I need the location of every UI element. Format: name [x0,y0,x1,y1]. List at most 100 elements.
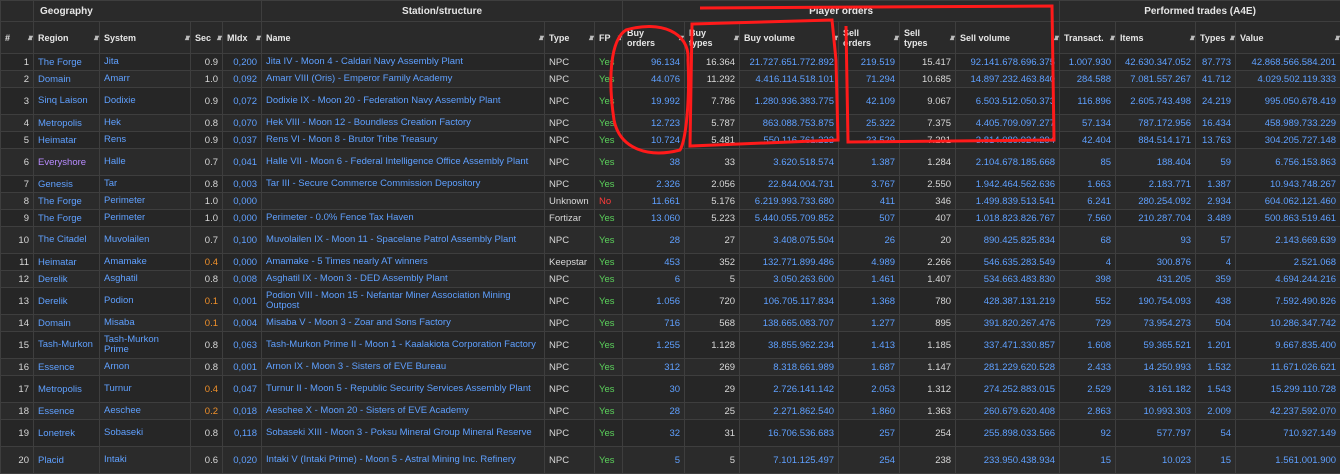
cell-buy-volume[interactable]: 3.620.518.574 [740,149,839,176]
cell-name[interactable]: Intaki V (Intaki Prime) - Moon 5 - Astra… [262,447,545,474]
cell-sell-orders[interactable]: 254 [839,447,900,474]
sort-arrows-icon[interactable]: ▴▾ [734,33,736,43]
cell-sell-orders[interactable]: 1.413 [839,332,900,359]
cell-sell-volume[interactable]: 255.898.033.566 [956,420,1060,447]
table-row[interactable]: 19LonetrekSobaseki0.80,118Sobaseki XIII … [1,420,1340,447]
cell-buy-volume[interactable]: 21.727.651.772.892 [740,54,839,71]
cell-sell-orders[interactable]: 1.387 [839,149,900,176]
cell-items[interactable]: 3.161.182 [1116,376,1196,403]
cell-region[interactable]: Derelik [34,271,100,288]
cell-buy-orders[interactable]: 30 [623,376,685,403]
table-row[interactable]: 13DerelikPodion0.10,001Podion VIII - Moo… [1,288,1340,315]
cell-items[interactable]: 42.630.347.052 [1116,54,1196,71]
cell-buy-volume[interactable]: 1.280.936.383.775 [740,88,839,115]
cell-types[interactable]: 504 [1196,315,1236,332]
sort-arrows-icon[interactable]: ▴▾ [617,33,619,43]
cell-name[interactable]: Podion VIII - Moon 15 - Nefantar Miner A… [262,288,545,315]
cell-buy-volume[interactable]: 138.665.083.707 [740,315,839,332]
cell-buy-orders[interactable]: 10.724 [623,132,685,149]
cell-sell-orders[interactable]: 1.368 [839,288,900,315]
table-row[interactable]: 11HeimatarAmamake0.40,000Amamake - 5 Tim… [1,254,1340,271]
cell-sell-orders[interactable]: 1.461 [839,271,900,288]
cell-system[interactable]: Halle [100,149,191,176]
cell-midx[interactable]: 0,047 [223,376,262,403]
cell-sell-volume[interactable]: 92.141.678.696.375 [956,54,1060,71]
cell-sell-orders[interactable]: 219.519 [839,54,900,71]
column-header-sec[interactable]: Sec▴▾ [191,22,223,54]
sort-arrows-icon[interactable]: ▴▾ [950,33,952,43]
sort-arrows-icon[interactable]: ▴▾ [679,33,681,43]
cell-sell-volume[interactable]: 1.942.464.562.636 [956,176,1060,193]
cell-types[interactable]: 2.009 [1196,403,1236,420]
cell-transactions[interactable]: 2.529 [1060,376,1116,403]
cell-transactions[interactable]: 57.134 [1060,115,1116,132]
cell-value[interactable]: 7.592.490.826 [1236,288,1340,315]
cell-items[interactable]: 10.993.303 [1116,403,1196,420]
sort-arrows-icon[interactable]: ▴▾ [589,33,591,43]
cell-value[interactable]: 604.062.121.460 [1236,193,1340,210]
cell-system[interactable]: Amamake [100,254,191,271]
column-header-midx[interactable]: MIdx▴▾ [223,22,262,54]
cell-region[interactable]: Heimatar [34,132,100,149]
cell-system[interactable]: Arnon [100,359,191,376]
cell-value[interactable]: 10.943.748.267 [1236,176,1340,193]
cell-region[interactable]: Sinq Laison [34,88,100,115]
cell-types[interactable]: 59 [1196,149,1236,176]
table-row[interactable]: 8The ForgePerimeter1.00,000UnknownNo11.6… [1,193,1340,210]
cell-name[interactable]: Asghatil IX - Moon 3 - DED Assembly Plan… [262,271,545,288]
cell-value[interactable]: 4.029.502.119.333 [1236,71,1340,88]
sort-arrows-icon[interactable]: ▴▾ [539,33,541,43]
cell-sell-volume[interactable]: 1.499.839.513.541 [956,193,1060,210]
column-header-buy-orders[interactable]: Buy orders▴▾ [623,22,685,54]
cell-types[interactable]: 438 [1196,288,1236,315]
cell-transactions[interactable]: 284.588 [1060,71,1116,88]
cell-types[interactable]: 1.201 [1196,332,1236,359]
cell-buy-orders[interactable]: 44.076 [623,71,685,88]
column-header-sell-types[interactable]: Sell types▴▾ [900,22,956,54]
cell-items[interactable]: 577.797 [1116,420,1196,447]
cell-region[interactable]: Genesis [34,176,100,193]
cell-system[interactable]: Hek [100,115,191,132]
cell-midx[interactable]: 0,008 [223,271,262,288]
cell-midx[interactable]: 0,041 [223,149,262,176]
cell-types[interactable]: 57 [1196,227,1236,254]
cell-types[interactable]: 16.434 [1196,115,1236,132]
cell-value[interactable]: 1.561.001.900 [1236,447,1340,474]
cell-sell-orders[interactable]: 1.687 [839,359,900,376]
cell-types[interactable]: 87.773 [1196,54,1236,71]
cell-region[interactable]: Essence [34,359,100,376]
cell-items[interactable]: 188.404 [1116,149,1196,176]
cell-buy-volume[interactable]: 5.440.055.709.852 [740,210,839,227]
cell-midx[interactable]: 0,001 [223,359,262,376]
sort-arrows-icon[interactable]: ▴▾ [217,33,219,43]
cell-buy-volume[interactable]: 22.844.004.731 [740,176,839,193]
column-header-name[interactable]: Name▴▾ [262,22,545,54]
cell-name[interactable]: Tash-Murkon Prime II - Moon 1 - Kaalakio… [262,332,545,359]
cell-buy-volume[interactable]: 132.771.899.486 [740,254,839,271]
cell-system[interactable]: Sobaseki [100,420,191,447]
cell-sell-orders[interactable]: 2.053 [839,376,900,403]
table-row[interactable]: 1The ForgeJita0.90,200Jita IV - Moon 4 -… [1,54,1340,71]
cell-buy-orders[interactable]: 312 [623,359,685,376]
cell-items[interactable]: 884.514.171 [1116,132,1196,149]
cell-region[interactable]: The Forge [34,210,100,227]
cell-midx[interactable]: 0,092 [223,71,262,88]
sort-arrows-icon[interactable]: ▴▾ [28,33,30,43]
cell-region[interactable]: The Forge [34,54,100,71]
cell-system[interactable]: Perimeter [100,210,191,227]
cell-sell-orders[interactable]: 1.277 [839,315,900,332]
cell-midx[interactable]: 0,118 [223,420,262,447]
cell-buy-volume[interactable]: 863.088.753.875 [740,115,839,132]
table-row[interactable]: 20PlacidIntaki0.60,020Intaki V (Intaki P… [1,447,1340,474]
cell-value[interactable]: 9.667.835.400 [1236,332,1340,359]
cell-midx[interactable]: 0,020 [223,447,262,474]
column-header-region[interactable]: Region▴▾ [34,22,100,54]
cell-sell-volume[interactable]: 2.104.678.185.668 [956,149,1060,176]
cell-value[interactable]: 2.521.068 [1236,254,1340,271]
cell-types[interactable]: 4 [1196,254,1236,271]
cell-name[interactable]: Arnon IX - Moon 3 - Sisters of EVE Burea… [262,359,545,376]
cell-sell-volume[interactable]: 1.018.823.826.767 [956,210,1060,227]
cell-system[interactable]: Rens [100,132,191,149]
cell-buy-volume[interactable]: 106.705.117.834 [740,288,839,315]
cell-system[interactable]: Muvolailen [100,227,191,254]
